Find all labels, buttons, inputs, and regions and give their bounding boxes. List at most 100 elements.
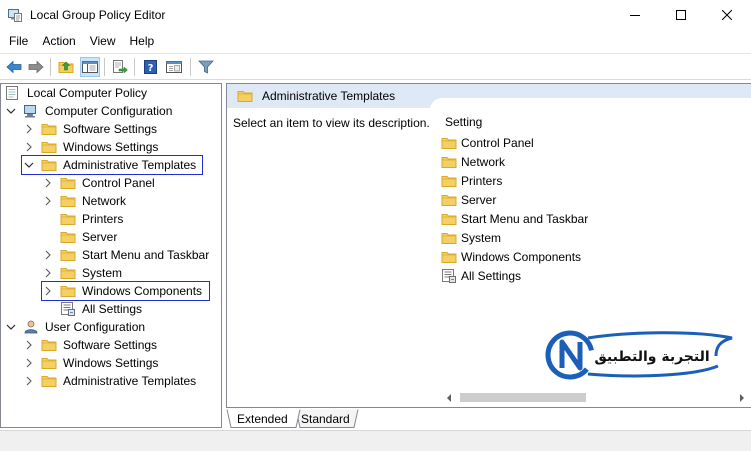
folder-icon (60, 248, 76, 262)
list-item-control-panel[interactable]: Control Panel (441, 134, 534, 152)
list-item-label: Start Menu and Taskbar (461, 212, 589, 226)
list-item-label: Network (461, 155, 506, 169)
expand-chevron-icon[interactable] (42, 249, 54, 261)
tree-item-software-settings[interactable]: Software Settings (23, 120, 159, 138)
tree-item-user-configuration[interactable]: User Configuration (5, 318, 147, 336)
expand-chevron-icon[interactable] (23, 375, 35, 387)
folder-icon (441, 250, 457, 264)
folder-icon (60, 194, 76, 208)
folder-icon (41, 374, 57, 388)
back-arrow-icon (6, 60, 22, 74)
menu-view[interactable]: View (83, 31, 123, 51)
menu-file[interactable]: File (0, 31, 35, 51)
title-bar: Local Group Policy Editor (0, 0, 751, 30)
menu-action[interactable]: Action (35, 31, 82, 51)
tree-item-server[interactable]: Server (42, 228, 119, 246)
tree-item-printers[interactable]: Printers (42, 210, 125, 228)
menu-help[interactable]: Help (123, 31, 162, 51)
list-item-windows-components[interactable]: Windows Components (441, 248, 581, 266)
show-hide-console-tree-button[interactable] (80, 57, 100, 77)
up-folder-icon (58, 61, 74, 74)
back-button[interactable] (4, 57, 24, 77)
expand-chevron-icon[interactable] (23, 357, 35, 369)
expand-chevron-icon[interactable] (23, 123, 35, 135)
list-item-server[interactable]: Server (441, 191, 496, 209)
properties-button[interactable] (164, 57, 184, 77)
collapse-chevron-icon[interactable] (5, 321, 17, 333)
tree-item-network[interactable]: Network (42, 192, 128, 210)
tree-item-all-settings[interactable]: All Settings (42, 300, 144, 318)
toolbar-separator (134, 58, 135, 76)
properties-icon (166, 61, 182, 73)
expand-chevron-icon[interactable] (23, 339, 35, 351)
folder-icon (41, 122, 57, 136)
folder-icon (60, 212, 76, 226)
svg-text:?: ? (148, 63, 154, 74)
folder-icon (41, 356, 57, 370)
horizontal-scrollbar[interactable] (440, 389, 751, 406)
expand-chevron-icon[interactable] (42, 267, 54, 279)
computer-icon (23, 104, 39, 118)
setting-column-header[interactable]: Setting (445, 115, 482, 129)
scroll-right-icon[interactable] (733, 389, 750, 406)
tree-label: Control Panel (82, 176, 155, 190)
list-item-start-menu-and-taskbar[interactable]: Start Menu and Taskbar (441, 210, 588, 228)
highlight-box-administrative-templates (21, 155, 203, 175)
maximize-icon (676, 10, 686, 20)
list-item-all-settings[interactable]: All Settings (441, 267, 521, 285)
tree-item-computer-configuration[interactable]: Computer Configuration (5, 102, 174, 120)
tree-label: All Settings (82, 302, 143, 316)
folder-icon (41, 338, 57, 352)
folder-icon (237, 89, 253, 106)
forward-arrow-icon (28, 60, 44, 74)
expand-chevron-icon[interactable] (42, 195, 54, 207)
tree-item-start-menu-and-taskbar[interactable]: Start Menu and Taskbar (42, 246, 211, 264)
toolbar-separator (190, 58, 191, 76)
list-item-label: Control Panel (461, 136, 534, 150)
tree-label: Local Computer Policy (27, 86, 148, 100)
tab-standard[interactable]: Standard (301, 409, 350, 428)
toolbar: ? (0, 53, 751, 80)
tree-label: System (82, 266, 123, 280)
close-icon (722, 10, 732, 20)
maximize-button[interactable] (658, 0, 704, 30)
tree-label: Windows Settings (63, 356, 159, 370)
up-one-level-button[interactable] (56, 57, 76, 77)
tab-extended[interactable]: Extended (237, 409, 288, 428)
close-button[interactable] (704, 0, 750, 30)
folder-icon (441, 212, 457, 226)
group-policy-app-icon (8, 8, 22, 22)
expand-chevron-icon[interactable] (23, 141, 35, 153)
help-button[interactable]: ? (141, 57, 161, 77)
policy-document-icon (5, 86, 21, 100)
minimize-button[interactable] (612, 0, 658, 30)
list-item-system[interactable]: System (441, 229, 501, 247)
collapse-chevron-icon[interactable] (5, 105, 17, 117)
tree-label: Network (82, 194, 127, 208)
tree-item-local-computer-policy[interactable]: Local Computer Policy (5, 84, 149, 102)
watermark-logo: التجربة والتطبيق (544, 328, 734, 384)
tree-item-system[interactable]: System (42, 264, 124, 282)
tree-item-user-windows-settings[interactable]: Windows Settings (23, 354, 160, 372)
scroll-thumb[interactable] (460, 393, 586, 402)
tree-label: Server (82, 230, 118, 244)
tree-item-windows-settings[interactable]: Windows Settings (23, 138, 160, 156)
folder-icon (441, 193, 457, 207)
details-header-title: Administrative Templates (262, 89, 396, 103)
tree-label: Administrative Templates (63, 374, 197, 388)
list-item-network[interactable]: Network (441, 153, 505, 171)
tree-item-user-administrative-templates[interactable]: Administrative Templates (23, 372, 198, 390)
scroll-left-icon[interactable] (440, 389, 457, 406)
tree-item-control-panel[interactable]: Control Panel (42, 174, 157, 192)
tree-item-user-software-settings[interactable]: Software Settings (23, 336, 159, 354)
status-bar (0, 430, 751, 451)
forward-button[interactable] (26, 57, 46, 77)
filter-button[interactable] (196, 57, 216, 77)
folder-icon (441, 136, 457, 150)
export-list-button[interactable] (110, 57, 130, 77)
folder-icon (60, 176, 76, 190)
list-item-printers[interactable]: Printers (441, 172, 502, 190)
expand-chevron-icon[interactable] (42, 177, 54, 189)
